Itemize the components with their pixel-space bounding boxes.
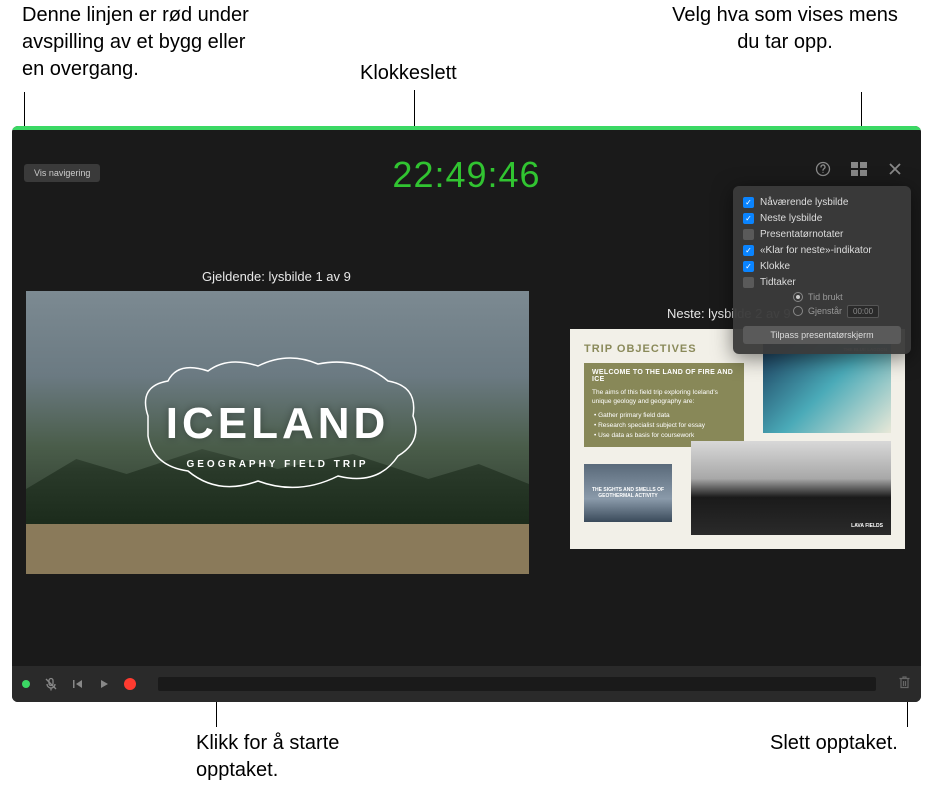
next-slide-heading: TRIP OBJECTIVES (584, 343, 697, 355)
play-icon[interactable] (98, 678, 110, 690)
radio-label: Tid brukt (808, 292, 843, 302)
checkbox-icon[interactable]: ✓ (743, 197, 754, 208)
bullet-item: Research specialist subject for essay (594, 421, 736, 430)
callout-options: Velg hva som vises mens du tar opp. (670, 2, 900, 56)
aims-text: The aims of this field trip exploring Ic… (592, 388, 736, 406)
option-current-slide[interactable]: ✓ Nåværende lysbilde (743, 194, 901, 210)
checkbox-icon[interactable]: ✓ (743, 261, 754, 272)
display-options-popover: ✓ Nåværende lysbilde ✓ Neste lysbilde Pr… (733, 186, 911, 354)
callout-green-line: Denne linjen er rød under avspilling av … (22, 2, 262, 83)
callout-record: Klikk for å starte opptaket. (196, 730, 396, 784)
option-label: Tidtaker (760, 277, 796, 288)
option-label: Presentatørnotater (760, 229, 843, 240)
record-button[interactable] (124, 678, 136, 690)
time-badge: 00:00 (847, 305, 879, 318)
checkbox-icon[interactable]: ✓ (743, 213, 754, 224)
slide-title: ICELAND (166, 399, 390, 449)
radio-elapsed[interactable]: Tid brukt (793, 290, 901, 303)
option-clock[interactable]: ✓ Klokke (743, 258, 901, 274)
status-indicator-icon (22, 680, 30, 688)
option-label: Nåværende lysbilde (760, 197, 848, 208)
thumb-label: LAVA FIELDS (851, 523, 883, 529)
timeline-track[interactable] (158, 677, 876, 691)
mute-mic-icon[interactable] (44, 677, 58, 691)
next-slide-preview: TRIP OBJECTIVES WELCOME TO THE LAND OF F… (570, 329, 905, 549)
option-label: Neste lysbilde (760, 213, 822, 224)
checkbox-icon[interactable] (743, 277, 754, 288)
recording-toolbar (12, 666, 921, 702)
checkbox-icon[interactable]: ✓ (743, 245, 754, 256)
bullet-item: Gather primary field data (594, 411, 736, 420)
thumb-label: THE SIGHTS AND SMELLS OF GEOTHERMAL ACTI… (584, 487, 672, 500)
close-icon[interactable] (887, 161, 903, 177)
current-slide-label: Gjeldende: lysbilde 1 av 9 (202, 269, 351, 284)
trash-icon[interactable] (898, 675, 911, 694)
customize-display-button[interactable]: Tilpass presentatørskjerm (743, 326, 901, 344)
welcome-text: WELCOME TO THE LAND OF FIRE AND ICE (592, 369, 736, 383)
thumbnail-lava-fields: LAVA FIELDS (691, 441, 891, 535)
option-timer[interactable]: Tidtaker (743, 274, 901, 290)
status-bar-green (12, 126, 921, 130)
option-ready-indicator[interactable]: ✓ «Klar for neste»-indikator (743, 242, 901, 258)
option-label: Klokke (760, 261, 790, 272)
objectives-box: WELCOME TO THE LAND OF FIRE AND ICE The … (584, 363, 744, 447)
clock-display: 22:49:46 (392, 154, 540, 196)
radio-label: Gjenstår (808, 306, 842, 316)
current-slide-preview: ICELAND GEOGRAPHY FIELD TRIP (26, 291, 529, 574)
radio-icon[interactable] (793, 292, 803, 302)
radio-remaining[interactable]: Gjenstår 00:00 (793, 303, 901, 319)
presenter-window: Vis navigering 22:49:46 Gjeldende: lysbi… (12, 126, 921, 702)
radio-icon[interactable] (793, 306, 803, 316)
layout-options-icon[interactable] (851, 161, 867, 177)
checkbox-icon[interactable] (743, 229, 754, 240)
previous-icon[interactable] (72, 678, 84, 690)
callout-clock: Klokkeslett (360, 60, 457, 87)
option-presenter-notes[interactable]: Presentatørnotater (743, 226, 901, 242)
help-icon[interactable] (815, 161, 831, 177)
callout-delete: Slett opptaket. (770, 730, 898, 757)
option-label: «Klar for neste»-indikator (760, 245, 872, 256)
thumbnail-geothermal: THE SIGHTS AND SMELLS OF GEOTHERMAL ACTI… (584, 464, 672, 522)
thumbnail-blue-lagoon: THE BLUE LAGOON (763, 343, 891, 433)
slide-subtitle: GEOGRAPHY FIELD TRIP (186, 459, 368, 470)
show-navigation-button[interactable]: Vis navigering (24, 164, 100, 182)
callout-line (24, 92, 25, 128)
option-next-slide[interactable]: ✓ Neste lysbilde (743, 210, 901, 226)
bullet-item: Use data as basis for coursework (594, 431, 736, 440)
